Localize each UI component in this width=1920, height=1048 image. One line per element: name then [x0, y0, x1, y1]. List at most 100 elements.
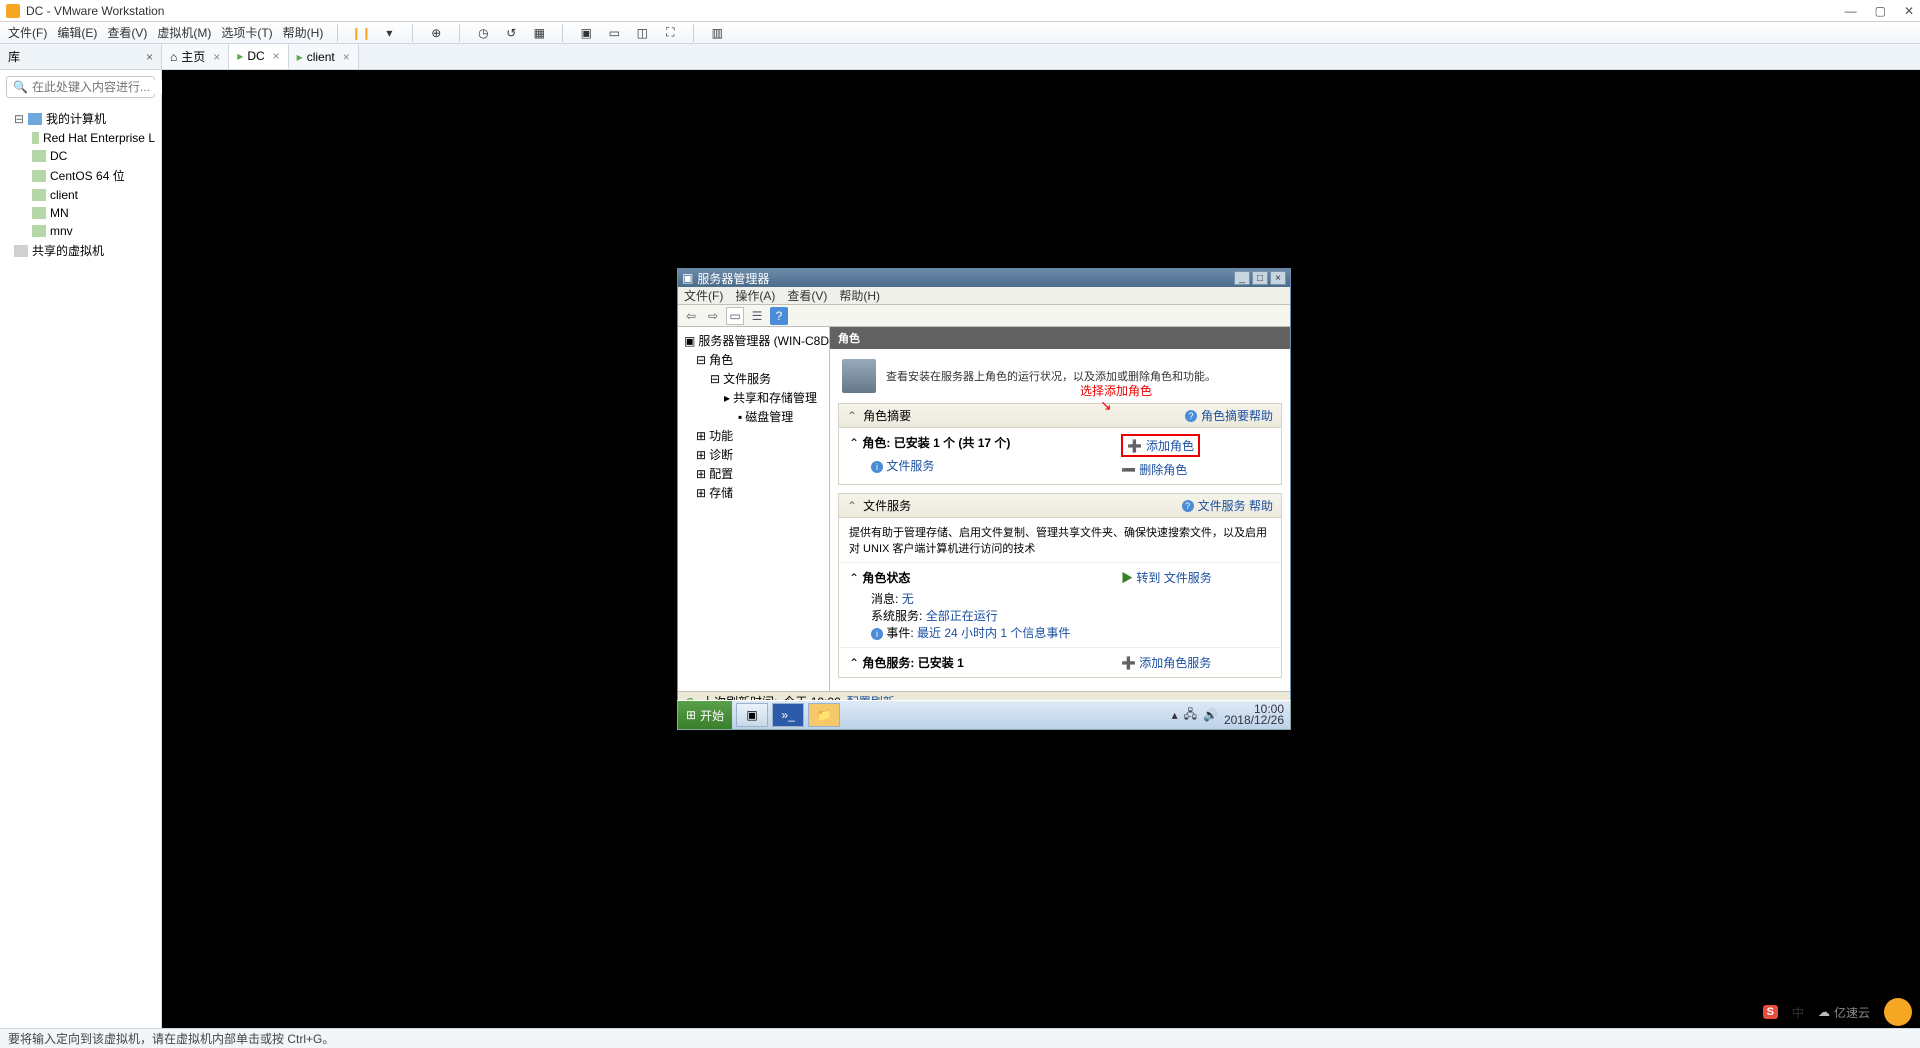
server-manager-titlebar[interactable]: ▣ 服务器管理器 _ □ ×	[678, 269, 1290, 287]
expand-icon[interactable]: ⊟	[696, 353, 706, 367]
close-icon[interactable]: ×	[273, 49, 280, 63]
tab-dc[interactable]: ▸ DC ×	[229, 44, 288, 69]
sm-tree-config[interactable]: ⊞配置	[680, 464, 827, 483]
panel-head[interactable]: ⌃ 文件服务 ?文件服务 帮助	[839, 494, 1281, 518]
minimize-button[interactable]: _	[1234, 271, 1250, 285]
add-icon: ➕	[1127, 439, 1142, 453]
clock-date: 2018/12/26	[1224, 715, 1284, 726]
close-icon[interactable]: ×	[343, 50, 350, 64]
sm-tree-features[interactable]: ⊞功能	[680, 426, 827, 445]
tree-shared-vms[interactable]: 共享的虚拟机	[4, 240, 157, 261]
close-icon[interactable]: ×	[213, 50, 220, 64]
expand-icon[interactable]: ⊞	[696, 429, 706, 443]
collapse-icon[interactable]: ⌃	[847, 409, 857, 423]
maximize-button[interactable]: □	[1252, 271, 1268, 285]
menu-vm[interactable]: 虚拟机(M)	[157, 24, 211, 41]
menu-help[interactable]: 帮助(H)	[283, 24, 324, 41]
properties-icon[interactable]: ☰	[748, 307, 766, 325]
start-button[interactable]: ⊞ 开始	[678, 701, 732, 729]
close-button[interactable]: ×	[1270, 271, 1286, 285]
send-keys-icon[interactable]: ⊕	[427, 24, 445, 42]
vm-label: CentOS 64 位	[50, 167, 125, 184]
tray-clock[interactable]: 10:00 2018/12/26	[1224, 704, 1284, 726]
content-header: 角色	[830, 327, 1290, 349]
tab-home[interactable]: ⌂ 主页 ×	[162, 44, 229, 69]
taskbar-explorer[interactable]: 📁	[808, 703, 840, 727]
sm-menu-action[interactable]: 操作(A)	[735, 287, 775, 304]
evt-value[interactable]: 最近 24 小时内 1 个信息事件	[917, 626, 1070, 640]
sm-tree-storage[interactable]: ⊞存储	[680, 483, 827, 502]
revert-icon[interactable]: ↺	[502, 24, 520, 42]
collapse-icon[interactable]: ⌃	[847, 499, 857, 513]
library-close-icon[interactable]: ×	[146, 50, 153, 64]
role-services-label: 角色服务: 已安装 1	[862, 656, 963, 670]
sm-menu-view[interactable]: 查看(V)	[787, 287, 827, 304]
unity-icon[interactable]: ◫	[633, 24, 651, 42]
content-intro: 查看安装在服务器上角色的运行状况，以及添加或删除角色和功能。	[830, 349, 1290, 403]
fullscreen-icon[interactable]: ⛶	[661, 24, 679, 42]
tree-my-computer[interactable]: ⊟ 我的计算机	[4, 108, 157, 129]
stretch-icon[interactable]: ▥	[708, 24, 726, 42]
manage-snapshot-icon[interactable]: ▦	[530, 24, 548, 42]
view-thumbnail-icon[interactable]: ▭	[605, 24, 623, 42]
svc-value[interactable]: 全部正在运行	[926, 609, 998, 623]
library-search[interactable]: 🔍 ▾	[6, 76, 155, 98]
collapse-icon[interactable]: ⌃	[849, 571, 859, 585]
collapse-icon[interactable]: ⌃	[849, 656, 859, 670]
expand-icon[interactable]: ⊞	[696, 486, 706, 500]
file-service-help-link[interactable]: ?文件服务 帮助	[1182, 497, 1273, 514]
forward-icon[interactable]: ⇨	[704, 307, 722, 325]
help-icon[interactable]: ?	[770, 307, 788, 325]
role-summary-help-link[interactable]: ?角色摘要帮助	[1185, 407, 1273, 424]
annotation-text: 选择添加角色	[1080, 382, 1152, 399]
tree-vm-mnv[interactable]: mnv	[4, 222, 157, 240]
taskbar-powershell[interactable]: »_	[772, 703, 804, 727]
tray-expand-icon[interactable]: ▴	[1172, 708, 1178, 722]
collapse-icon[interactable]: ⌃	[849, 436, 859, 450]
tree-vm-centos[interactable]: CentOS 64 位	[4, 165, 157, 186]
expand-icon[interactable]: ⊞	[696, 467, 706, 481]
tree-vm-redhat[interactable]: Red Hat Enterprise L	[4, 129, 157, 147]
sm-tree-roles[interactable]: ⊟角色	[680, 350, 827, 369]
tree-vm-dc[interactable]: DC	[4, 147, 157, 165]
sm-tree-diagnostics[interactable]: ⊞诊断	[680, 445, 827, 464]
goto-file-service-link[interactable]: 转到 文件服务	[1136, 571, 1211, 585]
menu-edit[interactable]: 编辑(E)	[57, 24, 97, 41]
sm-menu-file[interactable]: 文件(F)	[684, 287, 723, 304]
close-button[interactable]: ✕	[1904, 4, 1914, 18]
panel-head[interactable]: ⌃ 角色摘要 ?角色摘要帮助	[839, 404, 1281, 428]
menu-view[interactable]: 查看(V)	[107, 24, 147, 41]
add-role-service-link[interactable]: 添加角色服务	[1139, 656, 1211, 670]
collapse-icon[interactable]: ⊟	[14, 112, 24, 126]
up-icon[interactable]: ▭	[726, 307, 744, 325]
menu-tabs[interactable]: 选项卡(T)	[221, 24, 272, 41]
menu-file[interactable]: 文件(F)	[8, 24, 47, 41]
computer-icon	[28, 113, 42, 125]
dropdown-icon[interactable]: ▾	[380, 24, 398, 42]
sm-tree-share-storage[interactable]: ▸共享和存储管理	[680, 388, 827, 407]
label: 磁盘管理	[745, 408, 793, 425]
sm-menu-help[interactable]: 帮助(H)	[839, 287, 880, 304]
sm-tree-root[interactable]: ▣服务器管理器 (WIN-C8DD599EJC	[680, 331, 827, 350]
sm-tree-file-service[interactable]: ⊟文件服务	[680, 369, 827, 388]
snapshot-icon[interactable]: ◷	[474, 24, 492, 42]
sm-tree-disk-mgmt[interactable]: ▪磁盘管理	[680, 407, 827, 426]
back-icon[interactable]: ⇦	[682, 307, 700, 325]
file-service-link[interactable]: 文件服务	[886, 459, 934, 473]
view-console-icon[interactable]: ▣	[577, 24, 595, 42]
remove-role-link[interactable]: 删除角色	[1139, 463, 1187, 477]
tray-sound-icon[interactable]: 🔊	[1203, 708, 1218, 722]
tree-vm-client[interactable]: client	[4, 186, 157, 204]
expand-icon[interactable]: ⊞	[696, 448, 706, 462]
msg-value[interactable]: 无	[902, 592, 914, 606]
expand-icon[interactable]: ⊟	[710, 372, 720, 386]
add-role-link-highlighted[interactable]: ➕添加角色	[1121, 434, 1200, 457]
minimize-button[interactable]: —	[1845, 4, 1857, 18]
tray-network-icon[interactable]: 🖧	[1184, 705, 1197, 726]
taskbar-server-manager[interactable]: ▣	[736, 703, 768, 727]
tab-client[interactable]: ▸ client ×	[289, 44, 359, 69]
vm-display[interactable]: ▣ 服务器管理器 _ □ × 文件(F) 操作(A) 查看(V) 帮助(H) ⇦…	[162, 70, 1920, 1028]
pause-icon[interactable]: ❙❙	[352, 24, 370, 42]
maximize-button[interactable]: ▢	[1875, 4, 1886, 18]
tree-vm-mn[interactable]: MN	[4, 204, 157, 222]
